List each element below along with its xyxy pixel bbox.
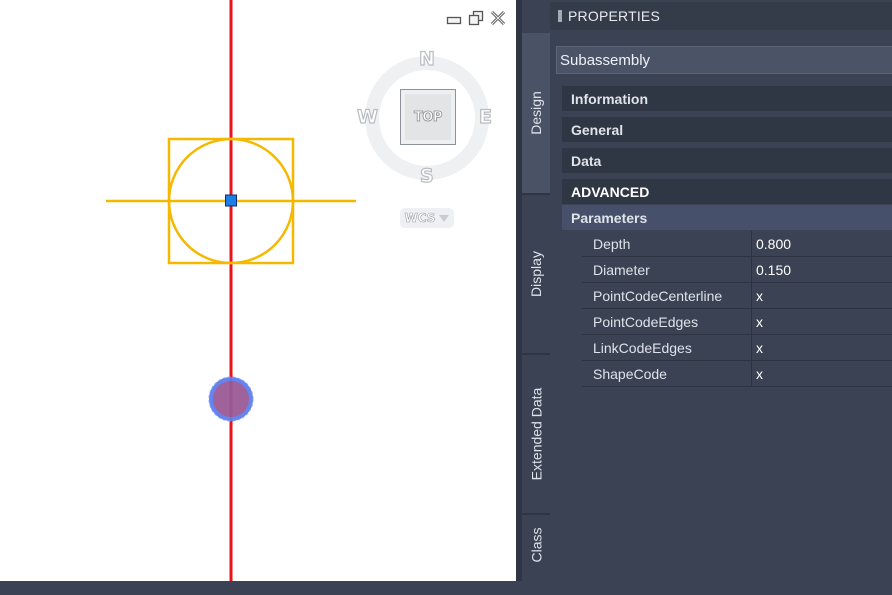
compass-south[interactable]: S [419,164,434,187]
compass-north[interactable]: N [418,47,435,70]
parameters-table: Depth 0.800 Diameter 0.150 PointCodeCenter… [582,231,892,387]
tab-extended-data[interactable]: Extended Data [522,355,550,513]
param-name: PointCodeCenterline [582,283,752,308]
palette-vertical-tabs: Design Display Extended Data Class [522,33,550,595]
tab-class[interactable]: Class [522,515,550,595]
properties-palette: PROPERTIES Design Display Extended Data … [516,0,892,595]
param-value[interactable]: x [752,335,892,360]
palette-title: PROPERTIES [568,8,660,24]
drawing-viewport[interactable]: N S E W TOP WCS [0,0,516,581]
tab-display[interactable]: Display [522,195,550,353]
param-name: ShapeCode [582,361,752,386]
compass-east[interactable]: E [478,105,492,128]
dropdown-arrow-icon [439,214,450,222]
object-type-select[interactable]: Subassembly [556,46,892,74]
param-name: PointCodeEdges [582,309,752,334]
minimize-icon[interactable] [446,10,462,26]
param-value[interactable]: x [752,283,892,308]
param-name: Depth [582,231,752,256]
param-value[interactable]: x [752,361,892,386]
ucs-label: WCS [404,211,436,226]
table-row[interactable]: Depth 0.800 [582,231,892,257]
tab-design-label: Design [528,91,544,135]
grip-handle-icon[interactable] [558,10,562,22]
param-value[interactable]: 0.800 [752,231,892,256]
viewport-window-controls [446,10,506,26]
palette-title-bar[interactable]: PROPERTIES [550,2,892,30]
assembly-baseline-marker[interactable] [209,377,253,421]
table-row[interactable]: Diameter 0.150 [582,257,892,283]
compass-west[interactable]: W [356,105,378,128]
close-icon[interactable] [490,10,506,26]
section-data[interactable]: Data [562,148,892,173]
section-advanced[interactable]: ADVANCED [562,179,892,204]
tab-class-label: Class [528,527,545,563]
ucs-menu-button[interactable]: WCS [400,208,454,228]
section-information[interactable]: Information [562,86,892,111]
section-parameters[interactable]: Parameters [562,205,892,230]
param-value[interactable]: x [752,309,892,334]
tab-design[interactable]: Design [522,33,550,193]
tab-display-label: Display [528,251,544,297]
viewcube-face-label: TOP [414,109,443,125]
param-name: Diameter [582,257,752,282]
restore-icon[interactable] [468,10,484,26]
section-general[interactable]: General [562,117,892,142]
insertion-grip[interactable] [225,194,237,207]
param-name: LinkCodeEdges [582,335,752,360]
table-row[interactable]: LinkCodeEdges x [582,335,892,361]
param-value[interactable]: 0.150 [752,257,892,282]
table-row[interactable]: ShapeCode x [582,361,892,387]
viewcube[interactable]: N S E W TOP WCS [355,45,500,228]
table-row[interactable]: PointCodeEdges x [582,309,892,335]
tab-extended-data-label: Extended Data [528,387,544,481]
table-row[interactable]: PointCodeCenterline x [582,283,892,309]
viewcube-top-face[interactable]: TOP [400,89,456,145]
